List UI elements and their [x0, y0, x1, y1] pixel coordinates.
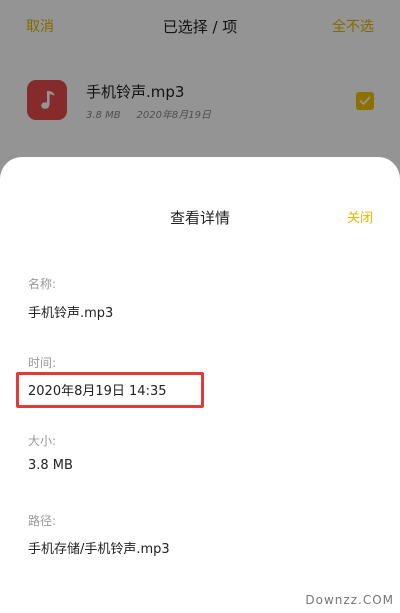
watermark: Downzz.COM [305, 593, 394, 607]
path-value: 手机存储/手机铃声.mp3 [28, 542, 170, 557]
size-value: 3.8 MB [28, 458, 73, 473]
close-button[interactable]: 关闭 [347, 207, 373, 226]
path-label: 路径: [28, 514, 57, 528]
name-value: 手机铃声.mp3 [28, 306, 114, 321]
size-label: 大小: [28, 434, 57, 448]
name-label: 名称: [28, 277, 57, 291]
sheet-title: 查看详情 [169, 209, 230, 227]
time-label: 时间: [28, 356, 57, 370]
screen: 取消 已选择 / 项 全不选 手机铃声.mp3 3.8 MB 2020年8月19… [0, 0, 400, 613]
path-highlight-box [16, 372, 204, 408]
